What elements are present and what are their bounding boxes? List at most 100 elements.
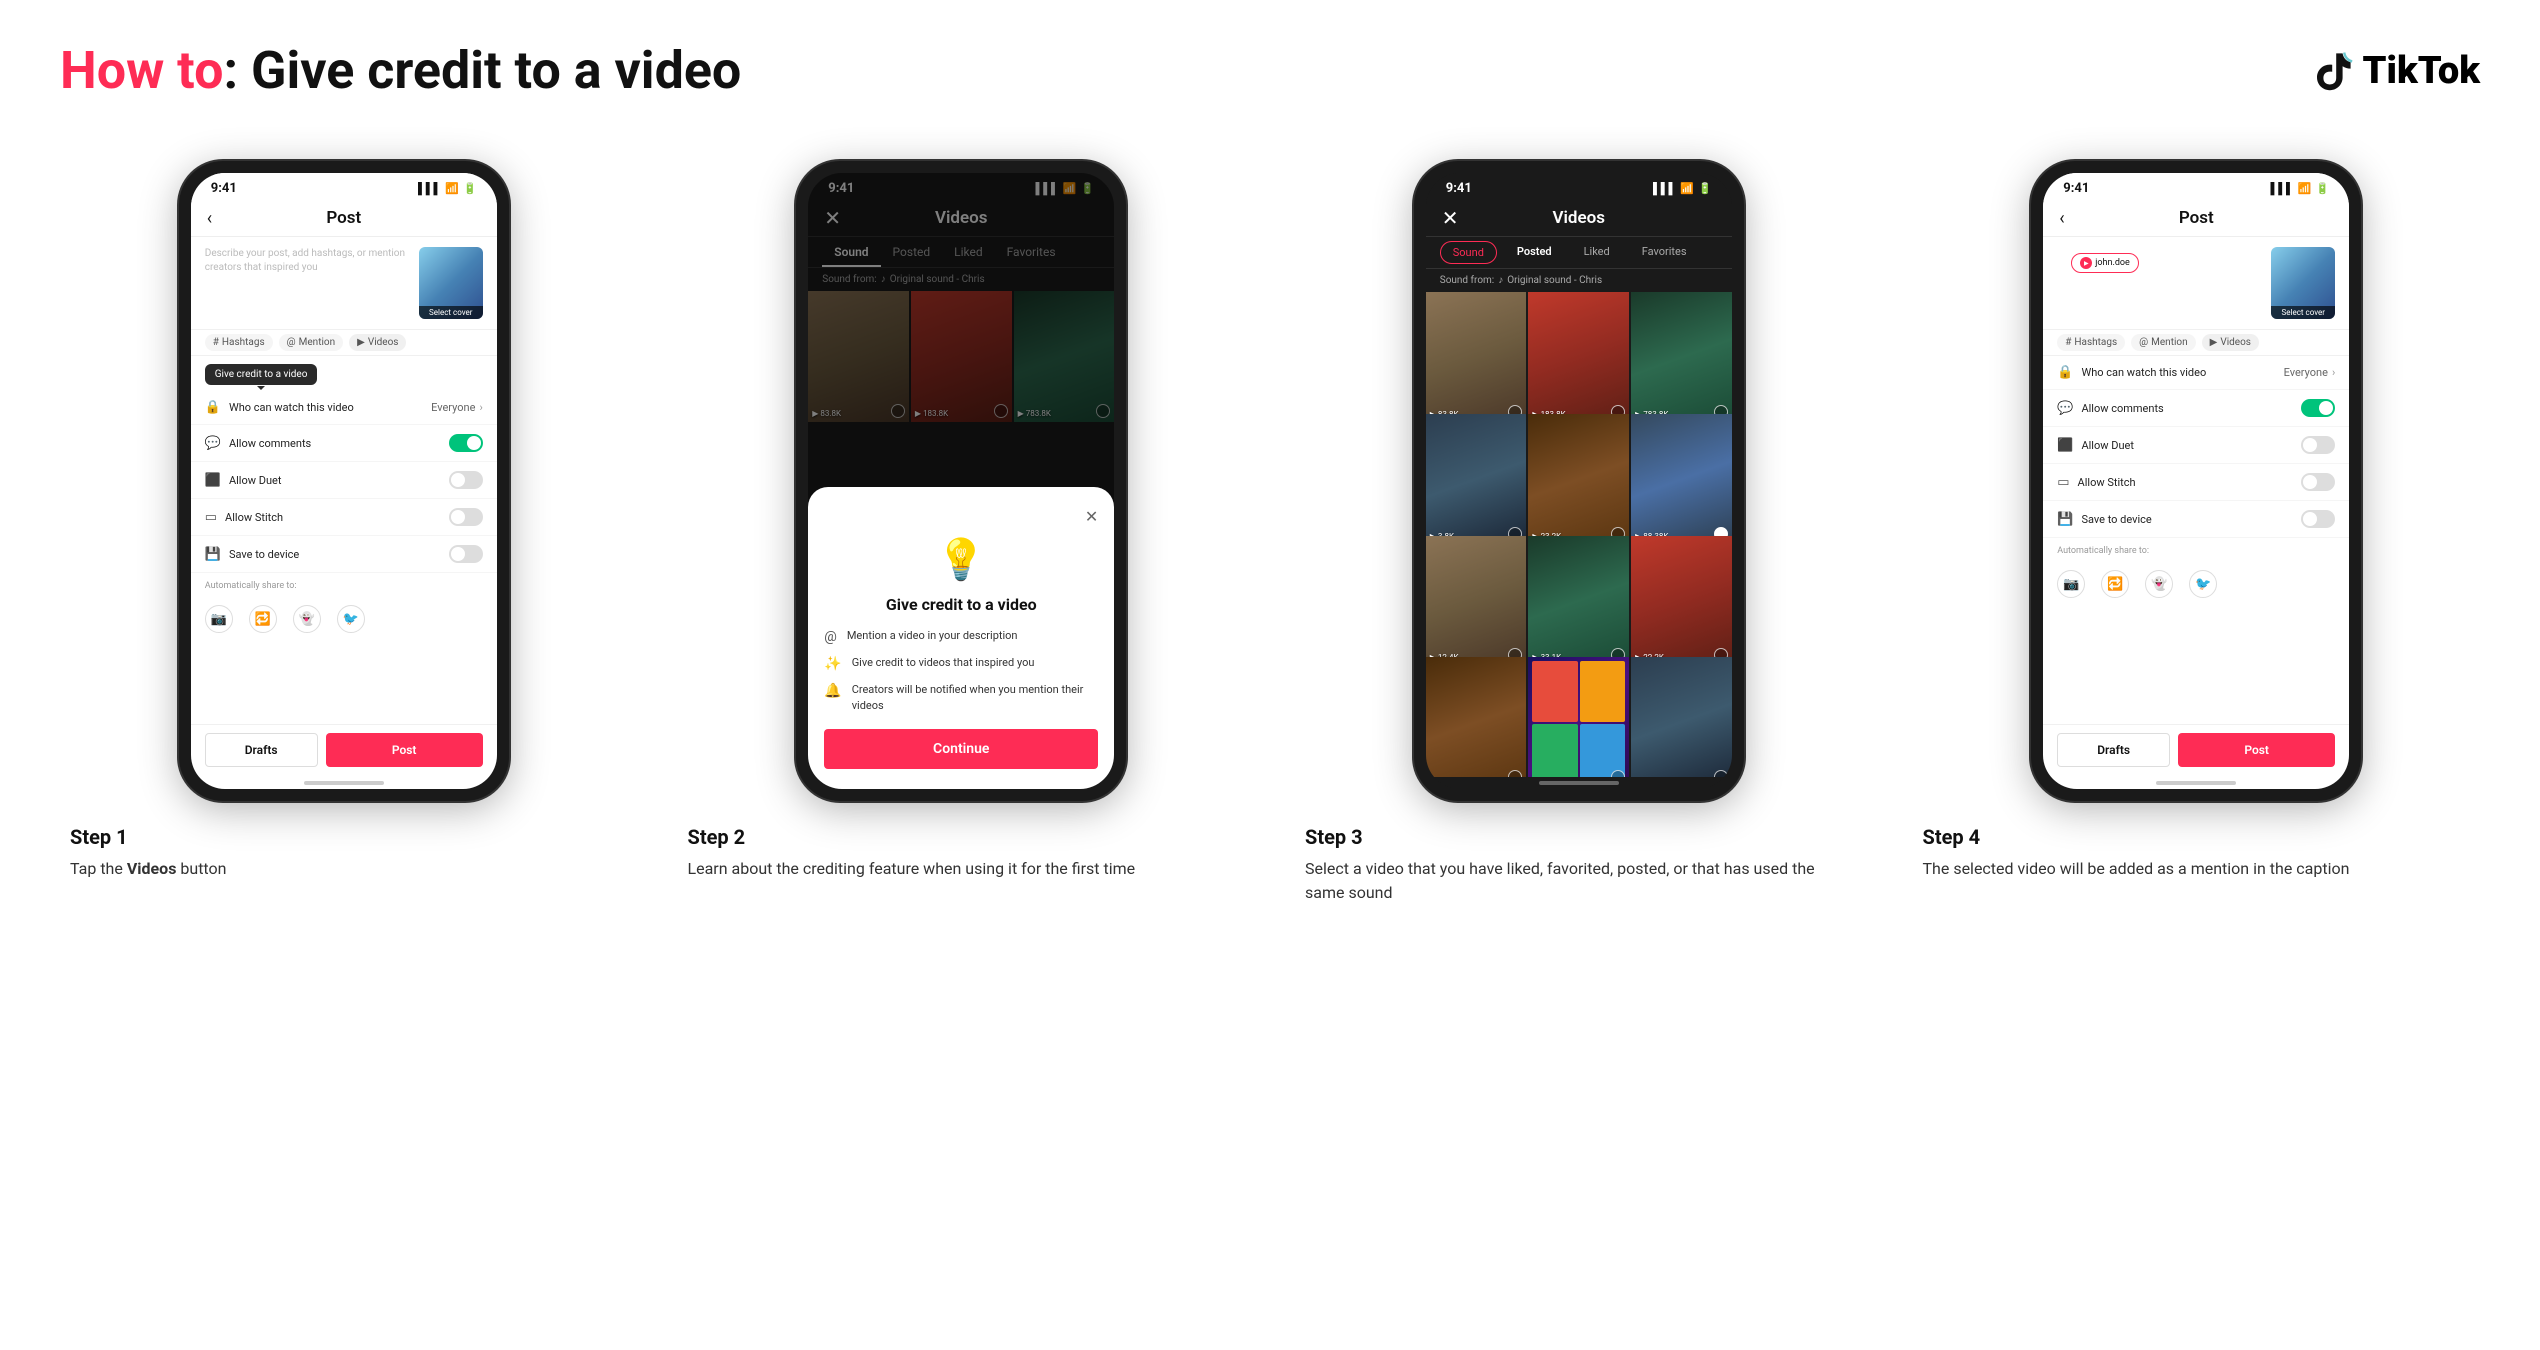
select-circle-3-12[interactable] xyxy=(1714,770,1728,777)
tiktok-logo-text: TikTok xyxy=(2363,49,2480,93)
snapchat-icon-4[interactable]: 👻 xyxy=(2145,570,2173,598)
post-screen-1: Describe your post, add hashtags, or men… xyxy=(191,237,497,777)
lock-icon-1: 🔒 xyxy=(205,400,221,415)
modal-feature-icon-3-2: 🔔 xyxy=(824,683,841,699)
toggle-duet-1[interactable] xyxy=(449,471,483,489)
drafts-button-1[interactable]: Drafts xyxy=(205,733,318,767)
toggle-comments-1[interactable] xyxy=(449,434,483,452)
videos-tag-1[interactable]: ▶ Videos xyxy=(349,334,406,351)
status-icons-3: ▌▌▌ 📶 🔋 xyxy=(1653,182,1712,195)
save-label-1: Save to device xyxy=(229,548,299,561)
video-grid-3: ▶83.8K ▶183.8K ▶783.8K ▶3.8K xyxy=(1426,292,1732,777)
tab-sound-3[interactable]: Sound xyxy=(1440,241,1497,264)
settings-row-stitch-4[interactable]: ▭ Allow Stitch xyxy=(2043,464,2349,501)
page-title: How to: Give credit to a video xyxy=(60,40,741,101)
repost-icon-4[interactable]: 🔁 xyxy=(2101,570,2129,598)
select-cover-4[interactable]: Select cover xyxy=(2271,306,2335,319)
post-button-4[interactable]: Post xyxy=(2178,733,2335,767)
tab-posted-3[interactable]: Posted xyxy=(1505,241,1564,264)
wifi-icon: 📶 xyxy=(445,182,459,195)
mention-badge-4[interactable]: ▶ john.doe xyxy=(2071,253,2139,273)
video-thumb-3-10[interactable] xyxy=(1426,657,1527,777)
toggle-stitch-4[interactable] xyxy=(2301,473,2335,491)
hashtags-tag-1[interactable]: # Hashtags xyxy=(205,334,273,351)
video-thumb-3-7[interactable]: ▶12.4K xyxy=(1426,536,1527,667)
post-tags-4: # Hashtags @ Mention ▶ Videos xyxy=(2043,329,2349,356)
save-label-4: Save to device xyxy=(2081,513,2151,526)
video-thumb-3-3[interactable]: ▶783.8K xyxy=(1631,292,1732,423)
select-cover-1[interactable]: Select cover xyxy=(419,306,483,319)
home-indicator-1 xyxy=(304,781,384,785)
toggle-comments-4[interactable] xyxy=(2301,399,2335,417)
video-thumb-3-4[interactable]: ▶3.8K xyxy=(1426,414,1527,545)
nav-title-3: Videos xyxy=(1552,208,1605,228)
snapchat-icon-1[interactable]: 👻 xyxy=(293,605,321,633)
hashtags-tag-4[interactable]: # Hashtags xyxy=(2057,334,2125,351)
video-thumb-3-12[interactable] xyxy=(1631,657,1732,777)
share-icons-1: 📷 🔁 👻 🐦 xyxy=(191,599,497,639)
post-thumbnail-1: Select cover xyxy=(419,247,483,319)
video-thumb-3-6[interactable]: ▶88.38K xyxy=(1631,414,1732,545)
nav-title-1: Post xyxy=(326,208,361,228)
settings-row-save-4[interactable]: 💾 Save to device xyxy=(2043,501,2349,538)
tab-liked-3[interactable]: Liked xyxy=(1572,241,1622,264)
video-thumb-3-9[interactable]: ▶22.2K xyxy=(1631,536,1732,667)
video-thumb-3-2[interactable]: ▶183.8K xyxy=(1528,292,1629,423)
video-thumb-3-5[interactable]: ▶23.2K xyxy=(1528,414,1629,545)
settings-row-comments-4[interactable]: 💬 Allow comments xyxy=(2043,390,2349,427)
drafts-button-4[interactable]: Drafts xyxy=(2057,733,2170,767)
close-button-3[interactable]: ✕ xyxy=(1442,206,1459,230)
continue-button-2[interactable]: Continue xyxy=(824,729,1098,769)
status-bar-4: 9:41 ▌▌▌ 📶 🔋 xyxy=(2043,173,2349,200)
home-indicator-4 xyxy=(2156,781,2236,785)
select-circle-3-11[interactable] xyxy=(1611,770,1625,777)
settings-row-duet-4[interactable]: ⬛ Allow Duet xyxy=(2043,427,2349,464)
steps-container: 9:41 ▌▌▌ 📶 🔋 ‹ Post xyxy=(60,161,2480,905)
toggle-duet-4[interactable] xyxy=(2301,436,2335,454)
modal-feature-text-2-2: Give credit to videos that inspired you xyxy=(852,655,1035,670)
post-button-1[interactable]: Post xyxy=(326,733,483,767)
back-button-1[interactable]: ‹ xyxy=(207,208,212,229)
duet-label-1: Allow Duet xyxy=(229,474,282,487)
phone-2-frame: 9:41 ▌▌▌ 📶 🔋 ✕ Videos xyxy=(796,161,1126,801)
bottom-bar-4: Drafts Post xyxy=(2043,724,2349,777)
auto-share-label-1: Automatically share to: xyxy=(191,573,497,599)
back-button-4[interactable]: ‹ xyxy=(2059,208,2064,229)
twitter-icon-1[interactable]: 🐦 xyxy=(337,605,365,633)
mention-username-4: john.doe xyxy=(2095,258,2130,268)
video-thumb-3-8[interactable]: ▶33.1K xyxy=(1528,536,1629,667)
settings-row-watch-4[interactable]: 🔒 Who can watch this video Everyone › xyxy=(2043,356,2349,390)
twitter-icon-4[interactable]: 🐦 xyxy=(2189,570,2217,598)
title-rest: : Give credit to a video xyxy=(223,40,741,101)
instagram-icon-4[interactable]: 📷 xyxy=(2057,570,2085,598)
video-thumb-3-11[interactable] xyxy=(1528,657,1629,777)
mention-tag-1[interactable]: @ Mention xyxy=(279,334,343,351)
mention-tag-4[interactable]: @ Mention xyxy=(2131,334,2195,351)
settings-row-comments-1[interactable]: 💬 Allow comments xyxy=(191,425,497,462)
modal-close-btn-2[interactable]: ✕ xyxy=(1085,507,1098,526)
toggle-save-4[interactable] xyxy=(2301,510,2335,528)
settings-row-duet-1[interactable]: ⬛ Allow Duet xyxy=(191,462,497,499)
repost-icon-1[interactable]: 🔁 xyxy=(249,605,277,633)
toggle-stitch-1[interactable] xyxy=(449,508,483,526)
tab-favorites-3[interactable]: Favorites xyxy=(1630,241,1699,264)
video-thumb-3-1[interactable]: ▶83.8K xyxy=(1426,292,1527,423)
instagram-icon-1[interactable]: 📷 xyxy=(205,605,233,633)
status-icons-4: ▌▌▌ 📶 🔋 xyxy=(2270,182,2329,195)
nav-title-4: Post xyxy=(2179,208,2214,228)
select-circle-3-10[interactable] xyxy=(1508,770,1522,777)
settings-row-save-1[interactable]: 💾 Save to device xyxy=(191,536,497,573)
settings-row-stitch-1[interactable]: ▭ Allow Stitch xyxy=(191,499,497,536)
toggle-save-1[interactable] xyxy=(449,545,483,563)
videos-tag-4[interactable]: ▶ Videos xyxy=(2202,334,2259,351)
step-1-desc: Tap the Videos button xyxy=(70,857,618,881)
sound-from-3: Sound from: ♪ Original sound - Chris xyxy=(1426,269,1732,292)
settings-row-watch-1[interactable]: 🔒 Who can watch this video Everyone › xyxy=(191,391,497,425)
modal-feature-icon-2-2: ✨ xyxy=(824,656,841,672)
stitch-label-1: Allow Stitch xyxy=(225,511,283,524)
post-thumbnail-4: Select cover xyxy=(2271,247,2335,319)
settings-label-stitch-4: ▭ Allow Stitch xyxy=(2057,475,2135,490)
tooltip-container-1: Give credit to a video xyxy=(191,356,497,391)
post-description-1: Describe your post, add hashtags, or men… xyxy=(205,247,409,275)
battery-icon-4: 🔋 xyxy=(2316,182,2330,195)
